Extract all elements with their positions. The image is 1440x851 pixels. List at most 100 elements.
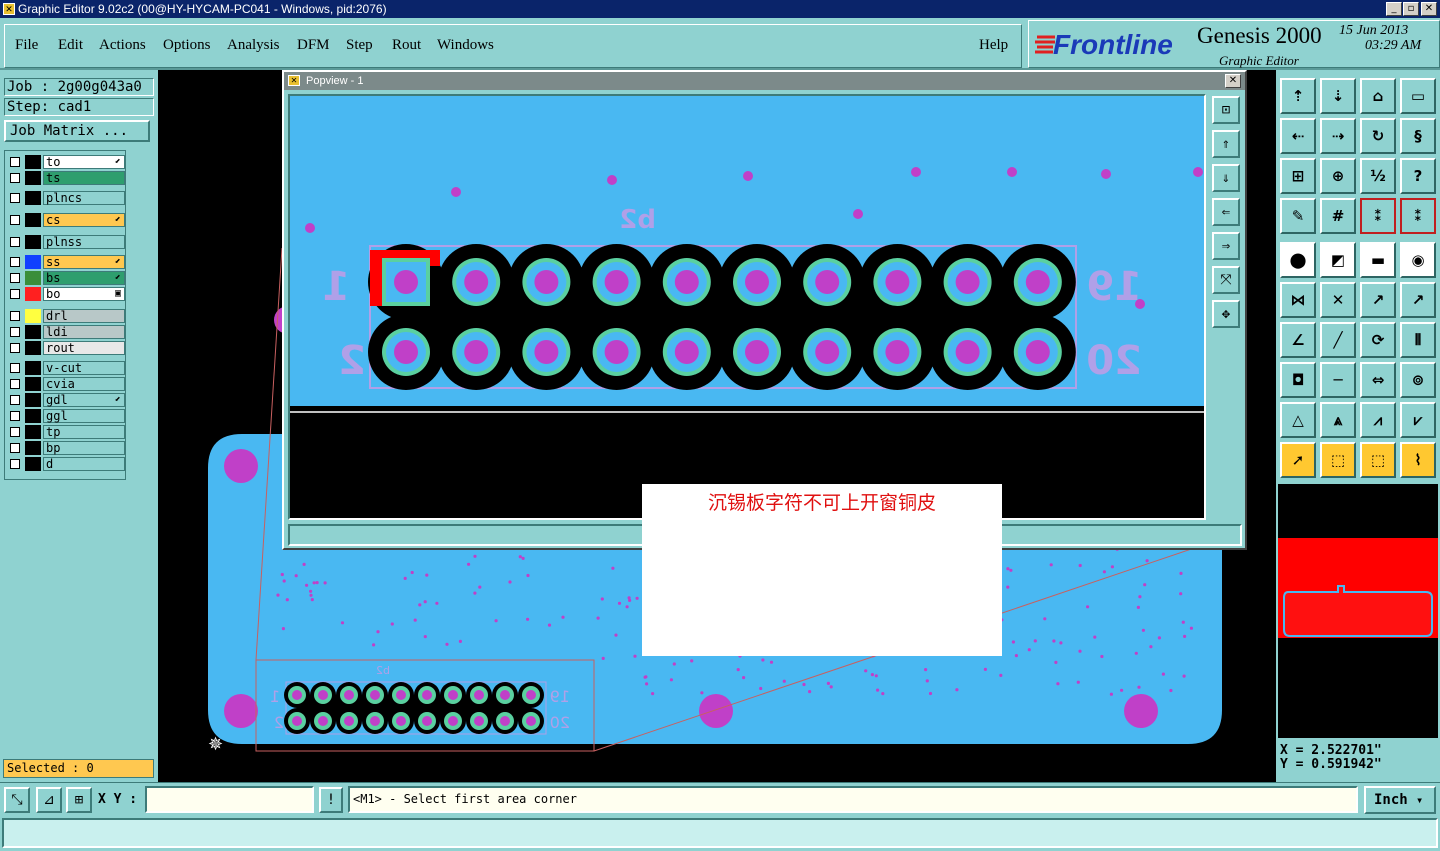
layer-row-ts[interactable]: ts <box>7 171 125 185</box>
tool-ruler-icon[interactable]: ▬ <box>1360 242 1396 278</box>
popview-tool-fit-icon[interactable]: ⤧ <box>1212 266 1240 294</box>
layer-row-gdl[interactable]: gdl ⬋ <box>7 393 125 407</box>
menu-dfm[interactable]: DFM <box>297 37 330 54</box>
layer-row-bo[interactable]: bo ▣ <box>7 287 125 301</box>
layer-row-ss[interactable]: ss ⬋ <box>7 255 125 269</box>
tool-window-icon[interactable]: ▭ <box>1400 78 1436 114</box>
menu-edit[interactable]: Edit <box>58 37 83 54</box>
warning-icon[interactable]: ! <box>319 787 343 813</box>
minimap[interactable] <box>1278 484 1438 738</box>
close-button[interactable]: ✕ <box>1421 2 1437 16</box>
tool-snake-icon[interactable]: § <box>1400 118 1436 154</box>
layer-color-swatch[interactable] <box>25 393 41 407</box>
popview-close-button[interactable]: ✕ <box>1225 74 1241 88</box>
layer-color-swatch[interactable] <box>25 341 41 355</box>
popview-window[interactable]: ✕ Popview - 1 ✕ b2 1 2 19 20 ⊡ ⇑ ⇓ ⇐ ⇒ ⤧ ✥ <box>282 70 1247 550</box>
layer-row-cvia[interactable]: cvia <box>7 377 125 391</box>
layer-color-swatch[interactable] <box>25 287 41 301</box>
layer-checkbox[interactable] <box>10 327 20 337</box>
layer-checkbox[interactable] <box>10 157 20 167</box>
tool-split-icon[interactable]: ⫴ <box>1400 322 1436 358</box>
layer-name[interactable]: ldi <box>43 325 125 339</box>
layer-row-bs[interactable]: bs ⬋ <box>7 271 125 285</box>
layer-checkbox[interactable] <box>10 273 20 283</box>
popview-tool-pan-left-icon[interactable]: ⇐ <box>1212 198 1240 226</box>
tool-circle-icon[interactable]: ◉ <box>1400 242 1436 278</box>
layer-name[interactable]: rout <box>43 341 125 355</box>
layer-row-to[interactable]: to ⬋ <box>7 155 125 169</box>
layer-checkbox[interactable] <box>10 411 20 421</box>
tool-cross-icon[interactable]: ✕ <box>1320 282 1356 318</box>
layer-name[interactable]: plncs <box>43 191 125 205</box>
menu-options[interactable]: Options <box>163 37 211 54</box>
snap-grid-icon[interactable]: ⊞ <box>66 787 92 813</box>
tool-triangle-3-icon[interactable]: ⩘ <box>1360 402 1396 438</box>
layer-color-swatch[interactable] <box>25 441 41 455</box>
layer-name[interactable]: bp <box>43 441 125 455</box>
layer-row-plncs[interactable]: plncs <box>7 191 125 205</box>
layer-name[interactable]: ggl <box>43 409 125 423</box>
layer-row-cs[interactable]: cs ⬋ <box>7 213 125 227</box>
zoom-area-icon[interactable]: ⤡ <box>4 787 30 813</box>
layer-color-swatch[interactable] <box>25 235 41 249</box>
layer-row-v-cut[interactable]: v-cut <box>7 361 125 375</box>
layer-checkbox[interactable] <box>10 237 20 247</box>
tool-zoom-center-icon[interactable]: ⊕ <box>1320 158 1356 194</box>
maximize-button[interactable]: ▫ <box>1403 2 1419 16</box>
layer-color-swatch[interactable] <box>25 271 41 285</box>
layer-checkbox[interactable] <box>10 311 20 321</box>
layer-name[interactable]: bo ▣ <box>43 287 125 301</box>
layer-color-swatch[interactable] <box>25 171 41 185</box>
layer-row-rout[interactable]: rout <box>7 341 125 355</box>
layer-name[interactable]: to ⬋ <box>43 155 125 169</box>
tool-zoom-fit-icon[interactable]: ⊞ <box>1280 158 1316 194</box>
layer-row-plnss[interactable]: plnss <box>7 235 125 249</box>
popview-tool-pan-right-icon[interactable]: ⇒ <box>1212 232 1240 260</box>
tool-move-left-icon[interactable]: ⇠ <box>1280 118 1316 154</box>
layer-color-swatch[interactable] <box>25 457 41 471</box>
measure-icon[interactable]: ⊿ <box>36 787 62 813</box>
tool-dash-icon[interactable]: ─ <box>1320 362 1356 398</box>
tool-triangle-2-icon[interactable]: ⩓ <box>1320 402 1356 438</box>
layer-name[interactable]: gdl ⬋ <box>43 393 125 407</box>
layer-checkbox[interactable] <box>10 395 20 405</box>
tool-arrow-pad-icon[interactable]: ↗ <box>1360 282 1396 318</box>
layer-color-swatch[interactable] <box>25 191 41 205</box>
tool-palette-icon[interactable]: ✎ <box>1280 198 1316 234</box>
layer-checkbox[interactable] <box>10 459 20 469</box>
minimize-button[interactable]: _ <box>1386 2 1402 16</box>
layer-row-ggl[interactable]: ggl <box>7 409 125 423</box>
layer-checkbox[interactable] <box>10 289 20 299</box>
menu-file[interactable]: File <box>15 37 38 54</box>
layer-color-swatch[interactable] <box>25 325 41 339</box>
menu-step[interactable]: Step <box>346 37 373 54</box>
popview-tool-pan-down-icon[interactable]: ⇓ <box>1212 164 1240 192</box>
tool-redraw-icon[interactable]: ↻ <box>1360 118 1396 154</box>
layer-row-drl[interactable]: drl <box>7 309 125 323</box>
tool-pointer-select-icon[interactable]: ⬚ <box>1360 442 1396 478</box>
layer-color-swatch[interactable] <box>25 309 41 323</box>
tool-home-icon[interactable]: ⌂ <box>1360 78 1396 114</box>
menu-rout[interactable]: Rout <box>392 37 421 54</box>
popview-tool-zoom-icon[interactable]: ⊡ <box>1212 96 1240 124</box>
job-matrix-button[interactable]: Job Matrix ... <box>4 120 150 142</box>
layer-row-tp[interactable]: tp <box>7 425 125 439</box>
layer-checkbox[interactable] <box>10 427 20 437</box>
tool-route-icon[interactable]: ⌇ <box>1400 442 1436 478</box>
popview-tool-center-icon[interactable]: ✥ <box>1212 300 1240 328</box>
tool-pad-icon[interactable]: ⬤ <box>1280 242 1316 278</box>
tool-measure-icon[interactable]: ⇔ <box>1360 362 1396 398</box>
layer-name[interactable]: cs ⬋ <box>43 213 125 227</box>
layer-name[interactable]: v-cut <box>43 361 125 375</box>
menu-windows[interactable]: Windows <box>437 37 494 54</box>
layer-name[interactable]: bs ⬋ <box>43 271 125 285</box>
layer-color-swatch[interactable] <box>25 213 41 227</box>
tool-move-right-icon[interactable]: ⇢ <box>1320 118 1356 154</box>
layer-checkbox[interactable] <box>10 257 20 267</box>
layer-checkbox[interactable] <box>10 443 20 453</box>
tool-connect-icon[interactable]: ⋈ <box>1280 282 1316 318</box>
tool-move-down-icon[interactable]: ⇣ <box>1320 78 1356 114</box>
tool-layer-blue-icon[interactable]: ⁑ <box>1400 198 1436 234</box>
layer-checkbox[interactable] <box>10 363 20 373</box>
tool-move-up-icon[interactable]: ⇡ <box>1280 78 1316 114</box>
